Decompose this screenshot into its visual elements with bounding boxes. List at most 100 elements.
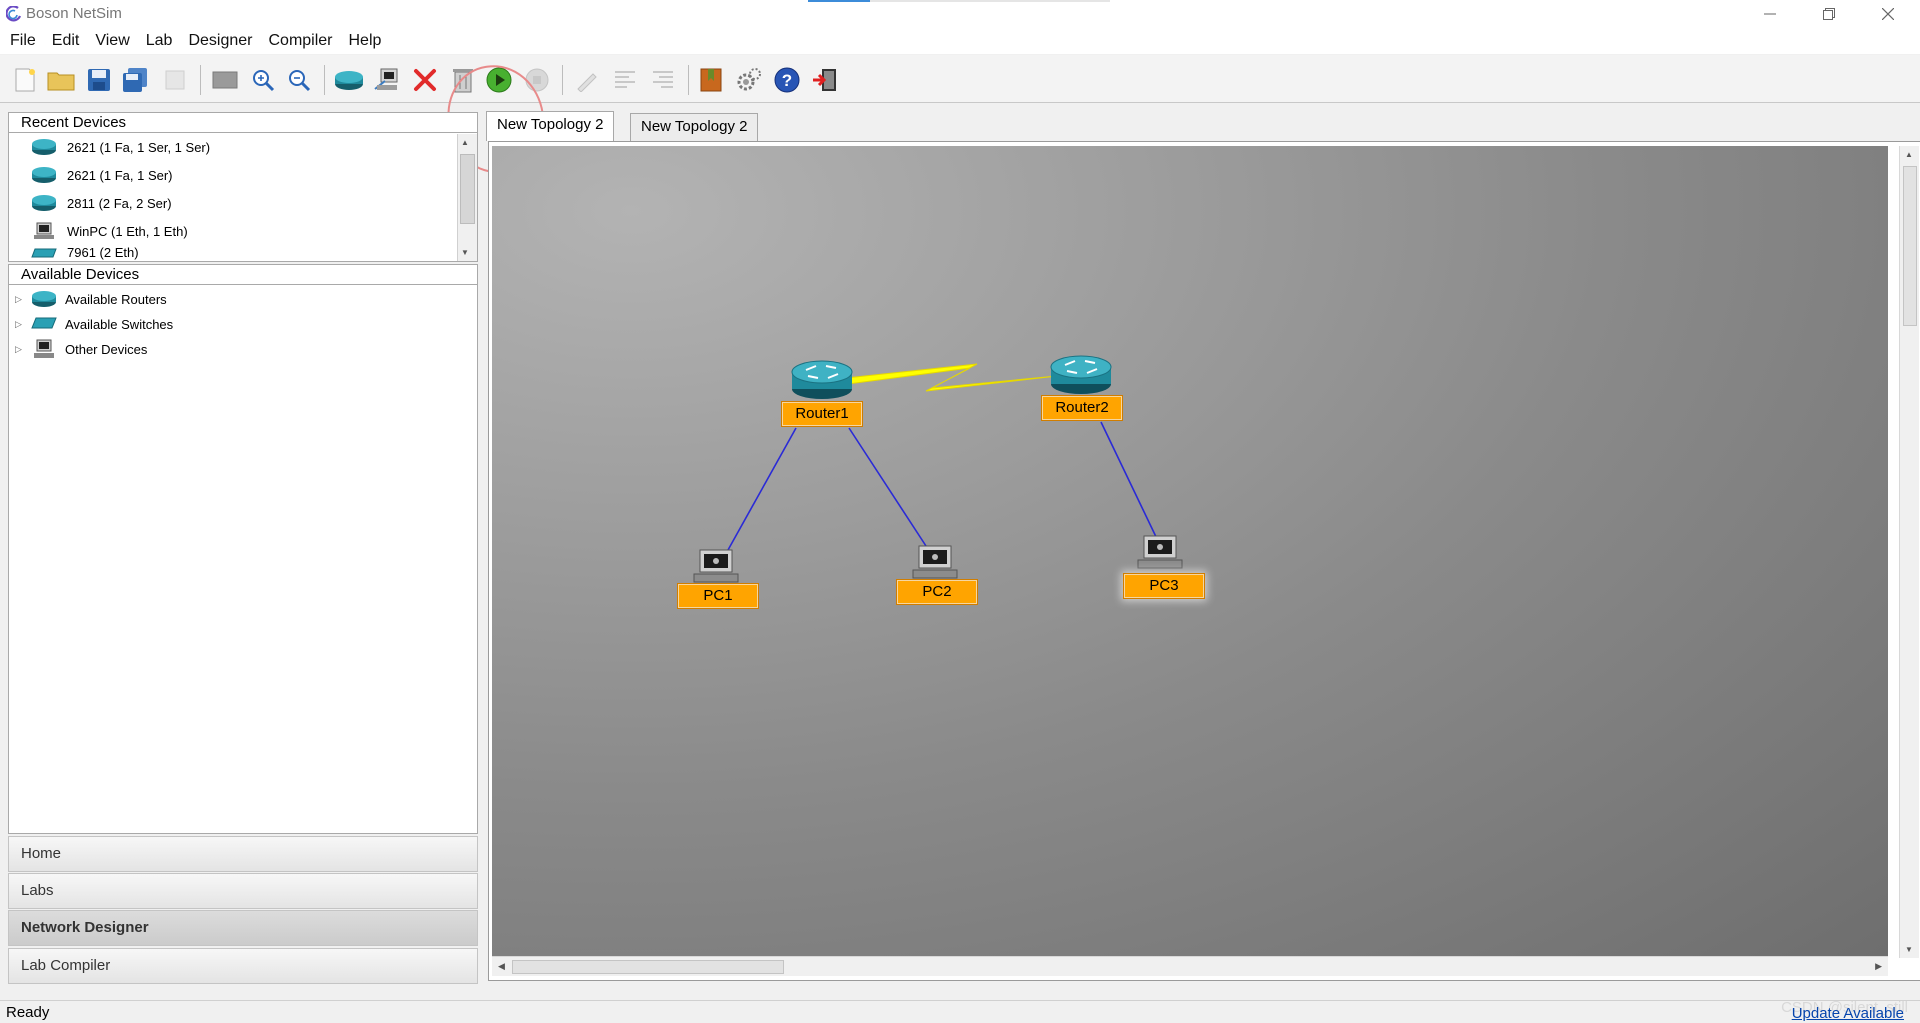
pencil-icon [577,73,597,92]
nav-network-designer-button[interactable]: Network Designer [8,910,478,946]
settings-icon [737,68,761,91]
router2-device-icon[interactable] [1050,355,1112,394]
title-focus-strip [808,0,1110,2]
zoom-out-button[interactable] [284,65,314,95]
scroll-up-icon[interactable]: ▲ [1905,150,1913,159]
recent-device-item[interactable]: 7961 (2 Eth) [31,245,139,261]
scroll-down-icon[interactable]: ▼ [461,248,469,257]
open-folder-icon [47,72,75,91]
recent-device-label: 2621 (1 Fa, 1 Ser) [67,167,173,183]
minimize-button[interactable] [1742,0,1798,28]
pencil-button[interactable] [572,65,602,95]
canvas-hscroll-thumb[interactable] [512,960,784,974]
pc2-label[interactable]: PC2 [896,579,978,605]
recent-device-label: 7961 (2 Eth) [67,245,139,260]
exit-button[interactable] [810,65,840,95]
pc1-device-icon[interactable] [693,549,739,583]
menu-compiler[interactable]: Compiler [260,28,340,54]
menu-edit[interactable]: Edit [44,28,88,54]
recent-device-item[interactable]: 2621 (1 Fa, 1 Ser) [31,163,173,187]
window-title: Boson NetSim [26,5,122,22]
router1-device-icon[interactable] [791,360,853,399]
title-bar: Boson NetSim [0,0,1920,28]
book-icon [700,68,722,92]
available-devices-title: Available Devices [9,265,477,285]
expand-arrow-icon[interactable]: ▷ [15,294,27,305]
canvas-vscroll-thumb[interactable] [1903,166,1917,326]
tree-item-label: Other Devices [65,341,148,357]
properties-button[interactable] [160,65,190,95]
delete-icon [414,69,436,91]
align-icon [615,71,635,88]
restore-button[interactable] [1801,0,1857,28]
scroll-right-icon[interactable]: ▶ [1875,961,1882,972]
align-right-button[interactable] [648,65,678,95]
save-all-button[interactable] [120,65,150,95]
save-icon [88,69,110,91]
pc3-device-icon[interactable] [1137,535,1183,569]
expand-arrow-icon[interactable]: ▷ [15,319,27,330]
status-bar: Ready CSDN @silent_still Update Availabl… [0,999,1920,1023]
pc-icon [34,339,54,358]
recent-device-item[interactable]: 2621 (1 Fa, 1 Ser, 1 Ser) [31,135,210,159]
save-button[interactable] [84,65,114,95]
router1-label[interactable]: Router1 [781,401,863,427]
scroll-down-icon[interactable]: ▼ [1905,945,1913,954]
nav-home-button[interactable]: Home [8,836,478,872]
recent-devices-panel: Recent Devices 2621 (1 Fa, 1 Ser, 1 Ser)… [8,112,478,262]
help-icon: ? [774,67,800,93]
menu-help[interactable]: Help [341,28,390,54]
link-router1-pc2[interactable] [848,427,927,547]
link-router2-pc3[interactable] [1100,421,1159,542]
toolbar: ? [0,55,1920,180]
recent-device-item[interactable]: 2811 (2 Fa, 2 Ser) [31,191,172,215]
align-button[interactable] [610,65,640,95]
delete-button[interactable] [410,65,440,95]
canvas-horizontal-scrollbar[interactable]: ◀ ▶ [492,956,1888,976]
pc-icon [34,222,54,239]
settings-button[interactable] [734,65,764,95]
add-router-icon [335,71,363,90]
nav-labs-button[interactable]: Labs [8,873,478,909]
help-button[interactable]: ? [772,65,802,95]
new-button[interactable] [10,65,40,95]
open-button[interactable] [46,65,76,95]
tree-item-routers[interactable]: ▷ Available Routers [15,287,167,311]
router2-label[interactable]: Router2 [1041,395,1123,421]
menu-view[interactable]: View [87,28,137,54]
nav-lab-compiler-button[interactable]: Lab Compiler [8,948,478,984]
scroll-thumb[interactable] [460,154,475,224]
menu-lab[interactable]: Lab [138,28,181,54]
pc3-label[interactable]: PC3 [1123,573,1205,599]
zoom-in-button[interactable] [248,65,278,95]
pc2-device-icon[interactable] [912,545,958,579]
recent-device-item[interactable]: WinPC (1 Eth, 1 Eth) [31,219,188,243]
update-available-link[interactable]: Update Available [1792,1005,1904,1022]
scroll-up-icon[interactable]: ▲ [461,138,469,147]
router-icon [32,291,56,307]
tab-topology[interactable]: New Topology 2 [630,113,759,141]
book-button[interactable] [696,65,726,95]
restore-icon [1823,8,1835,20]
screen-button[interactable] [210,65,240,95]
link-router1-pc1[interactable] [727,427,797,551]
add-pc-button[interactable] [372,65,402,95]
scroll-left-icon[interactable]: ◀ [498,961,505,972]
menu-file[interactable]: File [2,28,44,54]
tab-topology-active[interactable]: New Topology 2 [486,111,615,141]
menu-bar: File Edit View Lab Designer Compiler Hel… [0,28,1920,54]
add-router-button[interactable] [334,65,364,95]
tree-item-switches[interactable]: ▷ Available Switches [15,312,173,336]
menu-designer[interactable]: Designer [180,28,260,54]
svg-text:?: ? [782,71,792,90]
expand-arrow-icon[interactable]: ▷ [15,344,27,355]
exit-icon [813,69,836,91]
recent-devices-scrollbar[interactable]: ▲ ▼ [457,134,477,261]
canvas-vertical-scrollbar[interactable]: ▲ ▼ [1899,146,1919,958]
serial-link-lightning[interactable] [845,363,1058,392]
tree-item-other[interactable]: ▷ Other Devices [15,337,147,361]
topology-canvas[interactable]: Router1 Router2 PC1 PC2 PC3 [492,146,1888,958]
switch-icon [31,317,57,329]
pc1-label[interactable]: PC1 [677,583,759,609]
close-button[interactable] [1860,0,1916,28]
